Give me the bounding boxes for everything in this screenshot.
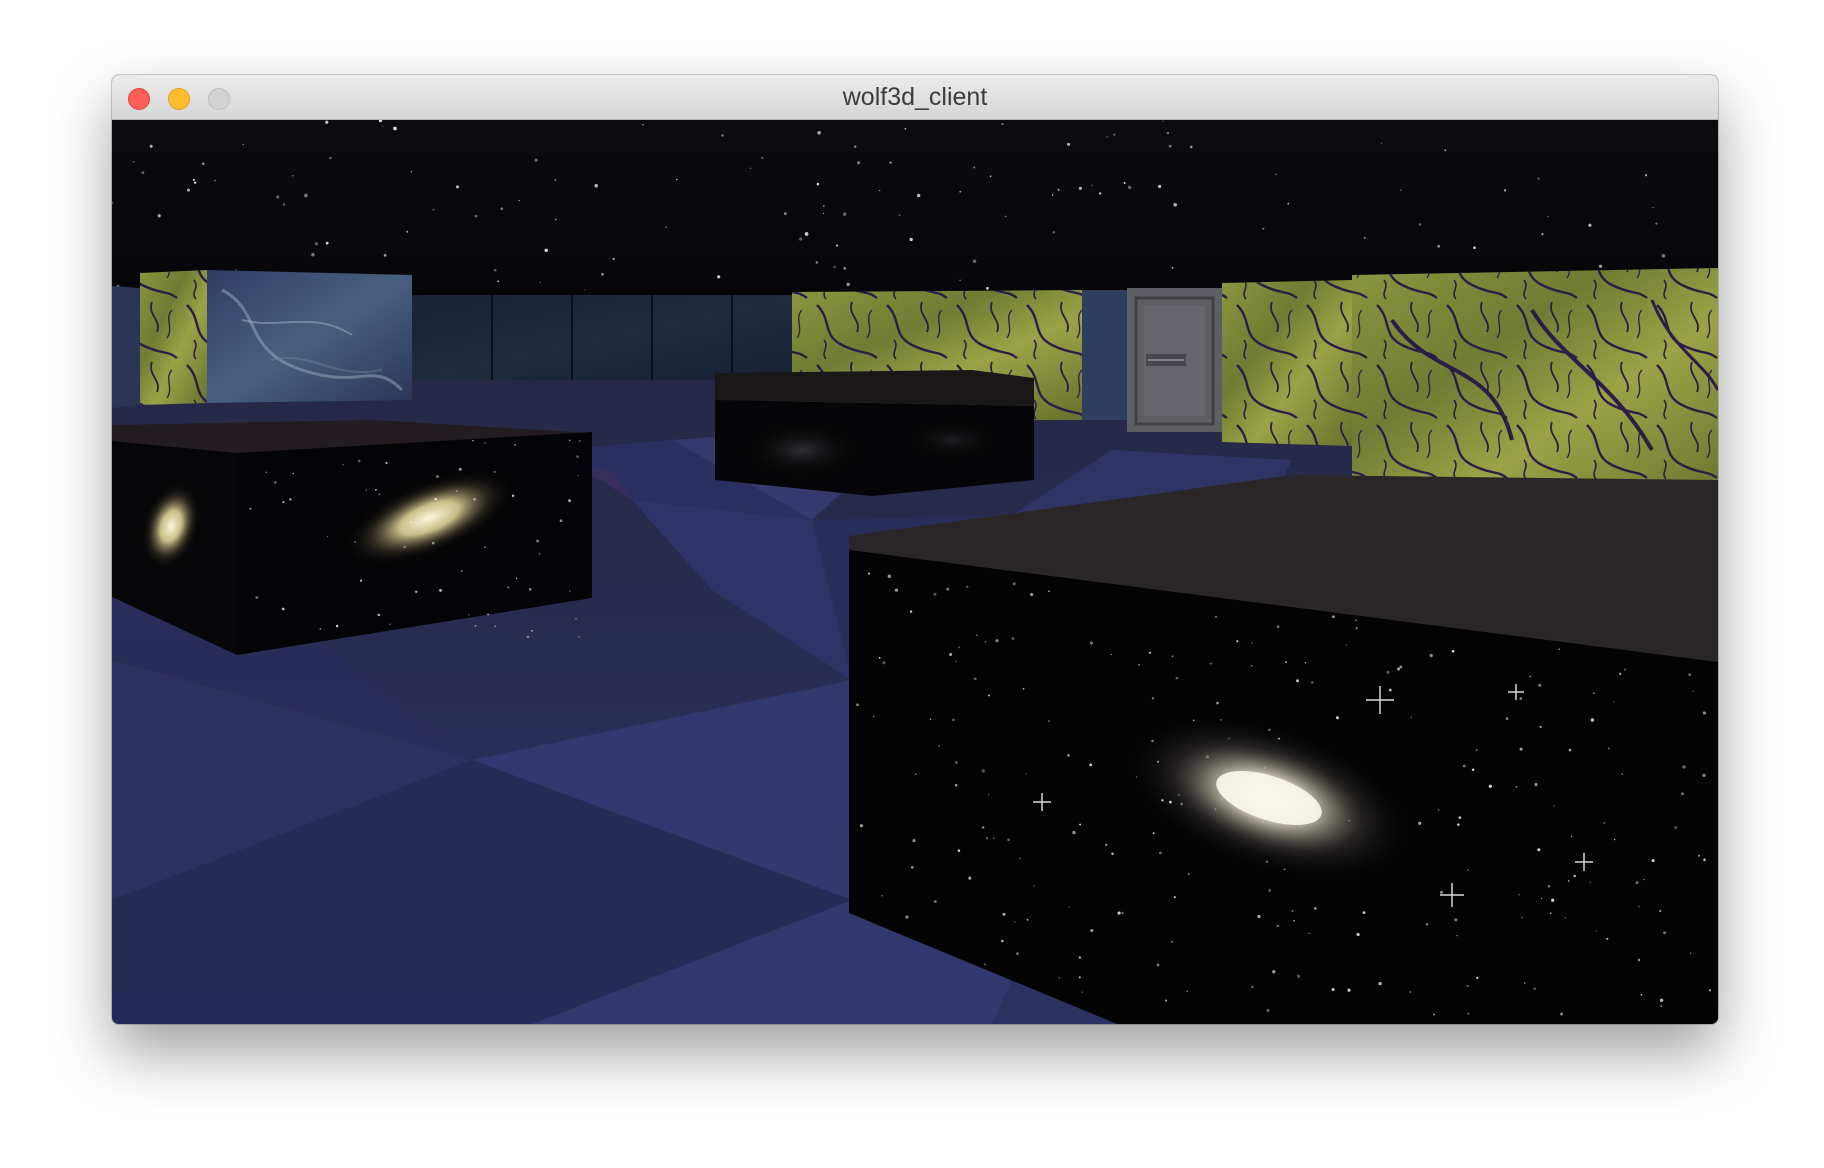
galaxy-block-center — [715, 370, 1034, 496]
metal-door[interactable] — [1127, 288, 1222, 432]
galaxy-block-right — [849, 475, 1718, 1024]
earth-texture-wall-far — [412, 295, 812, 380]
app-window: wolf3d_client — [112, 75, 1718, 1024]
moss-texture-wall-left — [140, 270, 207, 405]
game-viewport[interactable] — [112, 120, 1718, 1024]
scene-canvas — [112, 120, 1718, 1024]
title-bar[interactable]: wolf3d_client — [112, 75, 1718, 120]
window-title: wolf3d_client — [842, 83, 988, 111]
